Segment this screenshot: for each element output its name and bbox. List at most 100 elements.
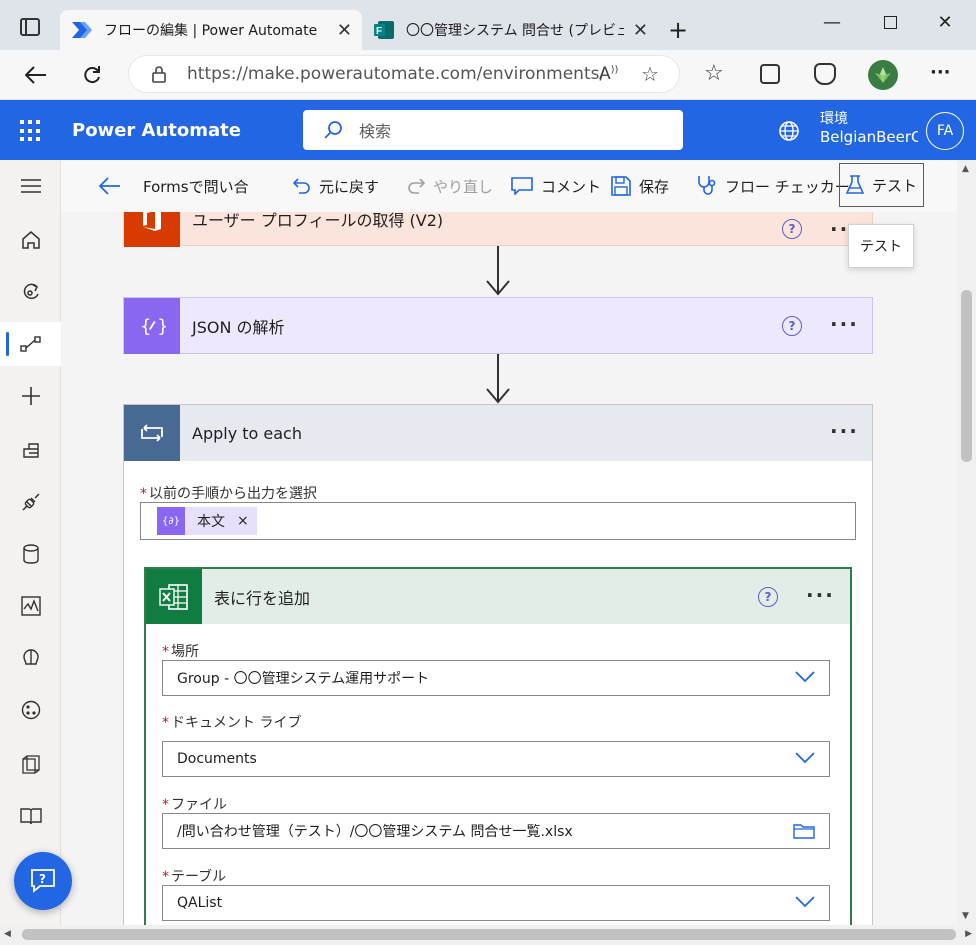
redo-button[interactable]: やり直し (407, 172, 493, 200)
step-get-user-profile[interactable]: ユーザー プロフィールの取得 (V2) ? ··· (123, 212, 873, 247)
profile-icon[interactable] (868, 60, 898, 90)
minimize-icon[interactable]: — (812, 12, 852, 33)
ai-builder-icon[interactable] (0, 636, 61, 680)
save-label: 保存 (639, 177, 670, 196)
file-picker[interactable]: /問い合わせ管理（テスト）/〇〇管理システム 問合せ一覧.xlsx (162, 813, 830, 849)
learn-icon[interactable] (0, 794, 61, 838)
folder-icon[interactable] (793, 823, 815, 839)
connectors-icon[interactable] (0, 480, 61, 524)
browser-essentials-icon[interactable] (814, 63, 836, 85)
select-output-field[interactable]: {∂} 本文 × (140, 502, 856, 540)
monitor-icon[interactable] (0, 584, 61, 628)
power-automate-icon (72, 20, 92, 40)
back-button[interactable] (99, 172, 129, 200)
file-label: * ファイル (162, 797, 227, 813)
search-placeholder: 検索 (359, 122, 392, 141)
tab-label: フローの編集 | Power Automate (104, 23, 318, 39)
scrollbar-thumb[interactable] (22, 929, 956, 940)
horizontal-scrollbar[interactable]: ◀ ▶ (0, 925, 976, 945)
scroll-down-icon[interactable]: ▼ (962, 911, 969, 921)
search-input[interactable]: 検索 (303, 110, 683, 150)
flow-canvas[interactable]: ユーザー プロフィールの取得 (V2) ? ··· { } JSON の解析 ?… (61, 212, 957, 925)
chevron-down-icon[interactable] (795, 670, 815, 684)
favorite-add-icon[interactable]: ☆ (641, 62, 659, 86)
close-icon[interactable]: ✕ (633, 20, 648, 41)
app-header: Power Automate 検索 環境 BelgianBeerC FA (0, 100, 976, 160)
close-icon[interactable]: ✕ (337, 20, 352, 41)
help-icon[interactable]: ? (758, 587, 778, 607)
comment-button[interactable]: コメント (511, 172, 601, 200)
scroll-left-icon[interactable]: ◀ (4, 929, 11, 939)
tab-actions-icon[interactable] (20, 18, 40, 36)
undo-button[interactable]: 元に戻す (293, 172, 379, 200)
scroll-up-icon[interactable]: ▲ (962, 164, 969, 174)
more-options-icon[interactable]: ··· (830, 312, 859, 336)
remove-token-icon[interactable]: × (237, 513, 249, 529)
step-parse-json[interactable]: { } JSON の解析 ? ··· (123, 297, 873, 354)
my-flows-icon[interactable] (0, 322, 61, 366)
app-launcher-icon[interactable] (20, 120, 42, 142)
url-bar[interactable]: https://make.powerautomate.com/environme… (128, 55, 680, 93)
library-value: Documents (177, 751, 257, 767)
more-menu-icon[interactable]: ··· (930, 62, 951, 83)
environment-icon[interactable] (778, 120, 800, 146)
help-icon[interactable]: ? (782, 219, 802, 239)
refresh-icon[interactable] (76, 60, 108, 90)
step-add-row-to-table[interactable]: 表に行を追加 ? ··· * 場所 Group - 〇〇管理システム運用サポート … (144, 567, 852, 925)
location-label: * 場所 (162, 644, 199, 660)
scroll-right-icon[interactable]: ▶ (965, 929, 972, 939)
data-icon[interactable] (0, 532, 61, 576)
step-title: Apply to each (192, 423, 302, 443)
home-icon[interactable] (0, 218, 61, 262)
more-options-icon[interactable]: ··· (806, 583, 835, 607)
step-header: 表に行を追加 (146, 569, 850, 624)
vertical-scrollbar[interactable]: ▲ ▼ (957, 160, 976, 925)
flow-checker-button[interactable]: フロー チェッカー (697, 172, 850, 200)
chat-help-button[interactable]: ? (14, 852, 72, 910)
library-dropdown[interactable]: Documents (162, 741, 830, 777)
chevron-down-icon[interactable] (795, 751, 815, 765)
tab-flow-edit[interactable]: フローの編集 | Power Automate ✕ (60, 10, 362, 50)
location-dropdown[interactable]: Group - 〇〇管理システム運用サポート (162, 660, 830, 696)
avatar[interactable]: FA (926, 112, 964, 150)
redo-label: やり直し (433, 177, 494, 196)
approvals-icon[interactable] (0, 270, 61, 314)
collections-icon[interactable] (760, 64, 780, 84)
read-aloud-icon[interactable]: A)) (599, 64, 618, 84)
lock-icon[interactable] (151, 65, 167, 88)
svg-text:?: ? (39, 872, 46, 886)
token-label: 本文 (197, 514, 225, 530)
forms-icon: F (374, 20, 394, 40)
solutions-icon[interactable] (0, 742, 61, 786)
table-dropdown[interactable]: QAList (162, 885, 830, 921)
close-window-icon[interactable]: ✕ (925, 12, 965, 33)
tab-forms-preview[interactable]: F 〇〇管理システム 問合せ (プレビュー) ✕ (362, 10, 658, 50)
more-options-icon[interactable]: ··· (830, 419, 859, 443)
token-chip[interactable]: {∂} 本文 × (157, 507, 257, 535)
create-icon[interactable] (0, 374, 61, 418)
step-header: { } JSON の解析 (124, 298, 872, 354)
select-output-label: * 以前の手順から出力を選択 (140, 486, 317, 502)
arrow-head-icon (486, 388, 510, 404)
templates-icon[interactable] (0, 428, 61, 472)
office365-icon (124, 212, 180, 247)
favorites-icon[interactable]: ☆ (704, 61, 724, 86)
app-name[interactable]: Power Automate (72, 120, 241, 141)
environment-name[interactable]: BelgianBeerC (820, 128, 918, 146)
step-header: Apply to each (124, 405, 872, 461)
new-tab-icon[interactable]: + (668, 16, 688, 44)
save-button[interactable]: 保存 (611, 172, 669, 200)
table-label: * テーブル (162, 869, 227, 885)
chevron-down-icon[interactable] (795, 895, 815, 909)
undo-label: 元に戻す (319, 177, 380, 196)
flow-name: Formsで問い合 (143, 177, 249, 196)
help-icon[interactable]: ? (782, 316, 802, 336)
scrollbar-thumb[interactable] (961, 290, 972, 462)
nav-collapse-icon[interactable] (0, 164, 61, 208)
step-apply-to-each[interactable]: Apply to each ··· * 以前の手順から出力を選択 {∂} 本文 ×… (123, 404, 873, 925)
maximize-icon[interactable] (870, 12, 910, 29)
environment-label: 環境 (820, 111, 848, 127)
process-mining-icon[interactable] (0, 688, 61, 732)
test-button[interactable]: テスト (839, 163, 925, 207)
back-icon[interactable] (20, 60, 52, 90)
